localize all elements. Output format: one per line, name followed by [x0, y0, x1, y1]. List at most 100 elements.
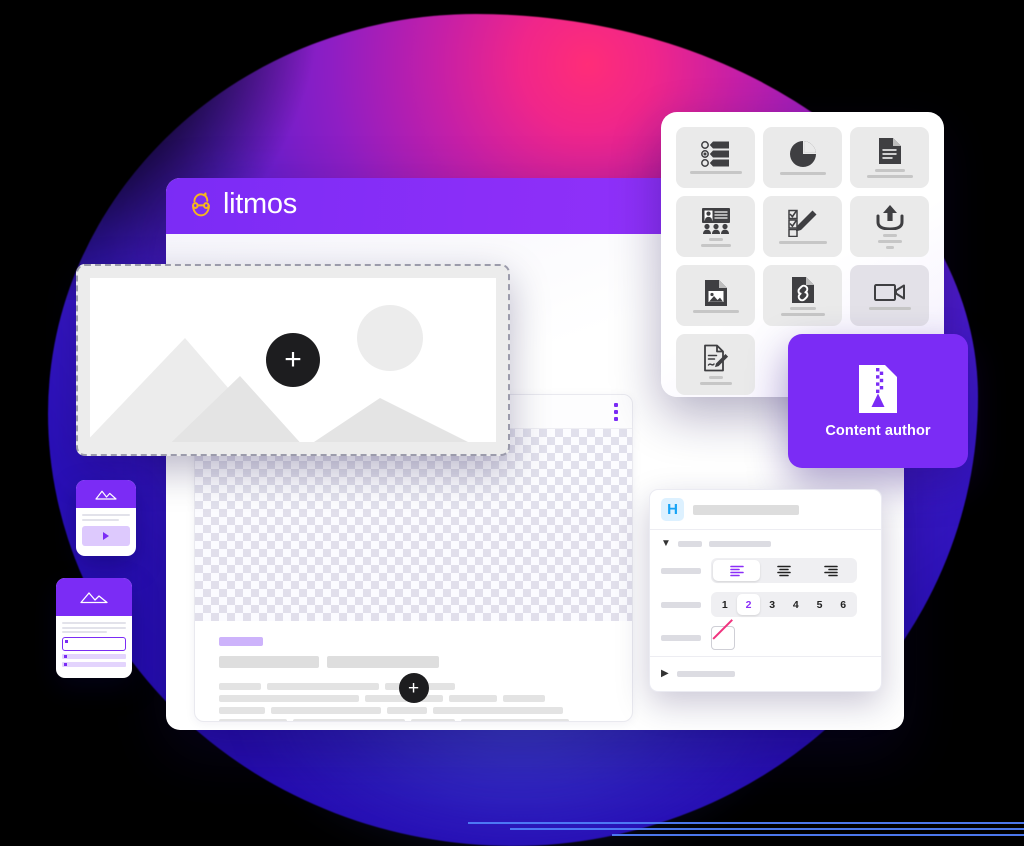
- upload-icon: [876, 205, 903, 230]
- brand-name: litmos: [223, 188, 297, 220]
- skeleton-bar: [219, 656, 319, 668]
- mini-option-row[interactable]: [62, 654, 126, 659]
- text-skeleton-block: [195, 621, 632, 721]
- properties-panel: H ▼ 1 2 3 4 5 6 ▶: [649, 489, 882, 692]
- alignment-segmented-control: [711, 558, 857, 583]
- heading-level-2[interactable]: 2: [736, 594, 761, 615]
- mini-option-row[interactable]: [62, 662, 126, 667]
- skeleton-bar: [219, 707, 265, 714]
- color-row: [661, 626, 870, 650]
- skeleton-bar: [503, 695, 545, 702]
- skeleton-bar: [461, 719, 569, 721]
- heading-level-4[interactable]: 4: [784, 594, 808, 615]
- section-label-skeleton: [708, 541, 771, 547]
- mountain-outline-icon: [95, 490, 117, 500]
- heading-level-6[interactable]: 6: [831, 594, 855, 615]
- heading-level-segmented-control: 1 2 3 4 5 6: [711, 592, 857, 617]
- skeleton-bar: [219, 683, 261, 690]
- mini-card-header: [76, 480, 136, 508]
- mini-card-body: [56, 616, 132, 673]
- mini-card-body: [76, 508, 136, 552]
- skeleton-bar: [411, 719, 455, 721]
- properties-title-skeleton: [693, 504, 799, 515]
- content-tile-chart[interactable]: [763, 127, 842, 188]
- tile-label-skeleton: [779, 172, 826, 175]
- tile-label-skeleton: [780, 306, 825, 316]
- skeleton-bar: [267, 683, 379, 690]
- content-author-card[interactable]: Content author: [788, 334, 968, 468]
- content-tile-upload[interactable]: [850, 196, 929, 257]
- section-label-skeleton: [677, 541, 702, 547]
- skeleton-bar: [433, 707, 563, 714]
- chevron-down-icon: ▼: [661, 538, 671, 549]
- properties-footer[interactable]: ▶: [650, 656, 881, 691]
- mini-skeleton-line: [62, 626, 126, 629]
- zip-file-icon: [859, 364, 897, 413]
- heading-level-1[interactable]: 1: [713, 594, 737, 615]
- skeleton-bar: [327, 656, 439, 668]
- content-tile-quiz[interactable]: [676, 127, 755, 188]
- assignment-sign-icon: [703, 344, 728, 372]
- heading-level-3[interactable]: 3: [760, 594, 784, 615]
- align-left-button[interactable]: [713, 560, 761, 581]
- properties-header: H: [650, 490, 881, 530]
- properties-section: ▼ 1 2 3 4 5 6: [650, 530, 881, 658]
- mini-video-thumb[interactable]: [82, 525, 130, 546]
- litmos-owl-logo-icon: [192, 192, 210, 217]
- skeleton-bar: [449, 695, 497, 702]
- tile-label-skeleton: [866, 169, 913, 178]
- play-icon: [103, 531, 109, 540]
- mini-skeleton-line: [62, 631, 107, 633]
- align-right-button[interactable]: [808, 560, 855, 581]
- align-center-button[interactable]: [760, 560, 807, 581]
- content-tile-survey[interactable]: [763, 196, 842, 257]
- section-header[interactable]: ▼: [661, 539, 870, 549]
- video-camera-icon: [873, 284, 905, 301]
- align-left-icon: [729, 565, 744, 576]
- mini-card-header: [56, 578, 132, 616]
- heading-badge[interactable]: H: [661, 498, 684, 521]
- image-upload-placeholder[interactable]: +: [76, 264, 510, 456]
- content-tile-ilt[interactable]: [676, 196, 755, 257]
- canvas-stage: litmos + + Content author H ▼ 1 2 3 4 5 …: [0, 0, 1024, 846]
- mini-card-form[interactable]: [56, 578, 132, 678]
- content-tile-document[interactable]: [850, 127, 929, 188]
- brand-logo[interactable]: litmos: [186, 190, 297, 222]
- content-tile-assignment[interactable]: [676, 334, 755, 395]
- alignment-row: [661, 558, 870, 583]
- add-block-button[interactable]: +: [398, 673, 429, 703]
- skeleton-bar: [293, 719, 405, 721]
- tile-label-skeleton: [778, 241, 827, 244]
- mini-skeleton-line: [62, 622, 126, 624]
- align-right-icon: [824, 565, 839, 576]
- no-color-swatch[interactable]: [711, 626, 735, 650]
- more-vertical-icon[interactable]: [614, 403, 618, 421]
- tile-label-skeleton: [699, 376, 732, 385]
- link-document-icon: [791, 276, 814, 303]
- text-field-icon[interactable]: [62, 637, 126, 651]
- baseline-stripe-3: [612, 834, 1024, 836]
- baseline-stripe-1: [468, 822, 1024, 824]
- tile-label-skeleton: [868, 307, 911, 310]
- mini-card-video[interactable]: [76, 480, 136, 556]
- document-text-icon: [878, 138, 901, 164]
- add-image-button[interactable]: +: [266, 333, 320, 387]
- skeleton-bar: [219, 719, 287, 721]
- heading-level-5[interactable]: 5: [808, 594, 832, 615]
- skeleton-bar: [271, 707, 381, 714]
- baseline-stripe-2: [510, 828, 1024, 830]
- accent-bar: [219, 637, 263, 646]
- mini-skeleton-line: [82, 514, 130, 516]
- pie-chart-icon: [789, 141, 816, 167]
- skeleton-bar: [219, 695, 359, 702]
- tile-label-skeleton: [692, 309, 739, 313]
- skeleton-bar: [387, 707, 427, 714]
- alignment-label-skeleton: [661, 567, 701, 574]
- color-label-skeleton: [661, 635, 701, 641]
- content-tile-video[interactable]: [850, 265, 929, 326]
- image-document-icon: [704, 279, 727, 306]
- content-tile-image[interactable]: [676, 265, 755, 326]
- align-center-icon: [777, 565, 791, 576]
- content-tile-link[interactable]: [763, 265, 842, 326]
- tile-label-skeleton: [689, 171, 742, 174]
